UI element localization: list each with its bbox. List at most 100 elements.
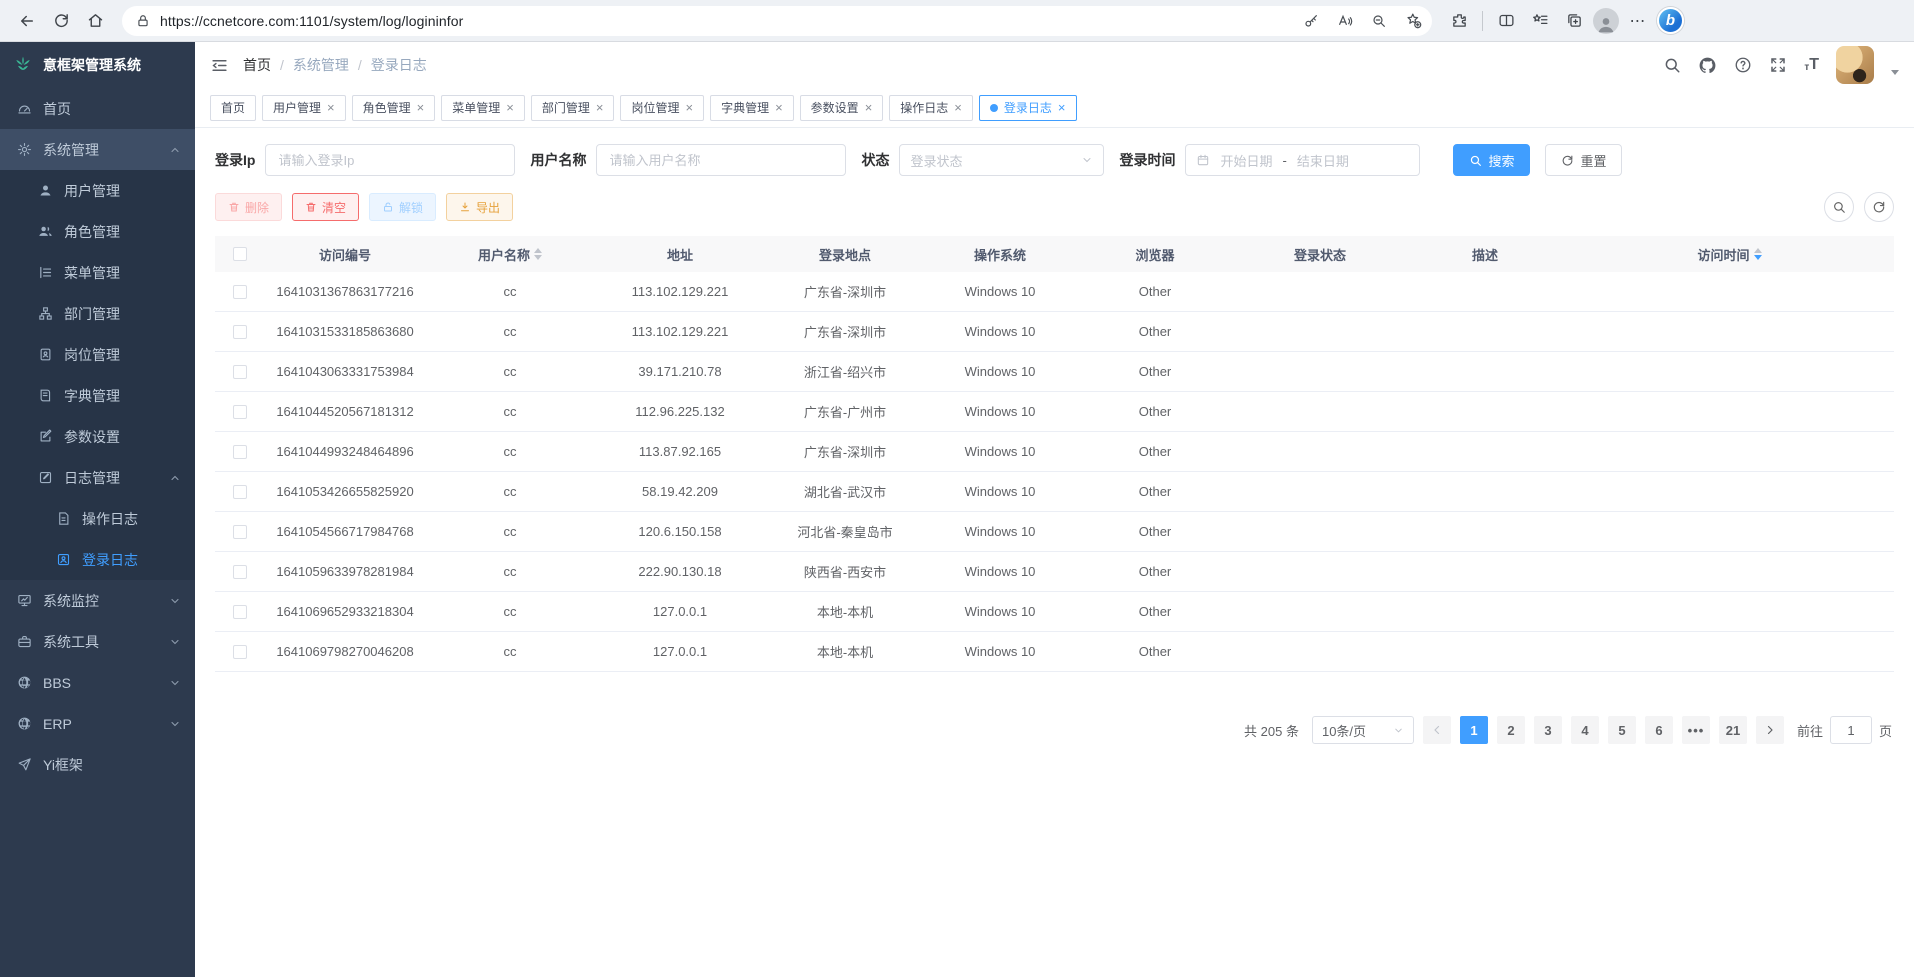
toggle-search-button[interactable] (1824, 192, 1854, 222)
col-time[interactable]: 访问时间 (1565, 245, 1894, 264)
read-aloud-icon[interactable] (1332, 8, 1358, 34)
tab-user-mgmt[interactable]: 用户管理× (262, 95, 346, 121)
sidebar-fold-icon[interactable] (210, 56, 229, 75)
sidebar-item-dept-mgmt[interactable]: 部门管理 (0, 293, 195, 334)
select-all-checkbox[interactable] (233, 247, 247, 261)
app-logo[interactable]: 意框架管理系统 (0, 42, 195, 88)
tab-close-icon[interactable]: × (685, 101, 693, 114)
prev-page-button[interactable] (1423, 716, 1451, 744)
page-button-1[interactable]: 1 (1460, 716, 1488, 744)
tab-close-icon[interactable]: × (417, 101, 425, 114)
row-checkbox[interactable] (233, 405, 247, 419)
extensions-icon[interactable] (1444, 6, 1474, 36)
tab-close-icon[interactable]: × (506, 101, 514, 114)
sidebar-item-home[interactable]: 首页 (0, 88, 195, 129)
browser-menu-icon[interactable]: ⋯ (1623, 6, 1653, 36)
login-ip-input[interactable] (265, 144, 515, 176)
row-checkbox[interactable] (233, 325, 247, 339)
sort-carets-icon[interactable] (1754, 248, 1762, 260)
sidebar-item-dict-mgmt[interactable]: 字典管理 (0, 375, 195, 416)
row-checkbox[interactable] (233, 485, 247, 499)
sidebar-item-bbs[interactable]: BBS (0, 662, 195, 703)
sidebar-item-system-monitor[interactable]: 系统监控 (0, 580, 195, 621)
zoom-out-icon[interactable] (1366, 8, 1392, 34)
reset-button[interactable]: 重置 (1545, 144, 1622, 176)
export-button[interactable]: 导出 (446, 193, 513, 221)
row-checkbox[interactable] (233, 645, 247, 659)
user-avatar[interactable] (1836, 46, 1874, 84)
next-page-button[interactable] (1756, 716, 1784, 744)
date-start-placeholder[interactable]: 开始日期 (1220, 151, 1272, 170)
tab-close-icon[interactable]: × (775, 101, 783, 114)
refresh-table-button[interactable] (1864, 192, 1894, 222)
sidebar-item-system-mgmt[interactable]: 系统管理 (0, 129, 195, 170)
row-checkbox[interactable] (233, 365, 247, 379)
user-name-input[interactable] (596, 144, 846, 176)
sidebar-item-user-mgmt[interactable]: 用户管理 (0, 170, 195, 211)
sidebar-item-operation-log[interactable]: 操作日志 (0, 498, 195, 539)
split-screen-icon[interactable] (1491, 6, 1521, 36)
breadcrumb-home[interactable]: 首页 (243, 55, 271, 75)
goto-page-input[interactable] (1830, 716, 1872, 744)
row-checkbox[interactable] (233, 565, 247, 579)
sidebar-item-post-mgmt[interactable]: 岗位管理 (0, 334, 195, 375)
sidebar-item-role-mgmt[interactable]: 角色管理 (0, 211, 195, 252)
tab-close-icon[interactable]: × (1058, 101, 1066, 114)
clear-button[interactable]: 清空 (292, 193, 359, 221)
page-button-4[interactable]: 4 (1571, 716, 1599, 744)
sidebar-item-menu-mgmt[interactable]: 菜单管理 (0, 252, 195, 293)
sidebar-item-log-mgmt[interactable]: 日志管理 (0, 457, 195, 498)
tab-dict-mgmt[interactable]: 字典管理× (710, 95, 794, 121)
row-checkbox[interactable] (233, 525, 247, 539)
address-bar[interactable]: https://ccnetcore.com:1101/system/log/lo… (122, 6, 1432, 36)
favorites-bar-icon[interactable] (1525, 6, 1555, 36)
row-checkbox[interactable] (233, 445, 247, 459)
collections-icon[interactable] (1559, 6, 1589, 36)
breadcrumb-system-mgmt[interactable]: 系统管理 (293, 55, 349, 75)
more-pages-button[interactable]: ••• (1682, 716, 1710, 744)
avatar-caret-icon[interactable] (1891, 70, 1899, 75)
site-lock-icon[interactable] (134, 8, 152, 34)
browser-refresh-icon[interactable] (46, 6, 76, 36)
browser-back-icon[interactable] (12, 6, 42, 36)
page-button-3[interactable]: 3 (1534, 716, 1562, 744)
tab-param-settings[interactable]: 参数设置× (800, 95, 884, 121)
fullscreen-icon[interactable] (1769, 56, 1787, 74)
tab-post-mgmt[interactable]: 岗位管理× (620, 95, 704, 121)
tab-close-icon[interactable]: × (327, 101, 335, 114)
unlock-button[interactable]: 解锁 (369, 193, 436, 221)
tab-role-mgmt[interactable]: 角色管理× (352, 95, 436, 121)
tab-login-log[interactable]: 登录日志× (979, 95, 1077, 121)
browser-profile-avatar[interactable] (1593, 8, 1619, 34)
page-button-5[interactable]: 5 (1608, 716, 1636, 744)
page-button-2[interactable]: 2 (1497, 716, 1525, 744)
tab-dept-mgmt[interactable]: 部门管理× (531, 95, 615, 121)
sidebar-item-system-tools[interactable]: 系统工具 (0, 621, 195, 662)
page-button-21[interactable]: 21 (1719, 716, 1747, 744)
page-size-select[interactable]: 10条/页 (1312, 716, 1414, 744)
url-text[interactable]: https://ccnetcore.com:1101/system/log/lo… (160, 13, 1290, 29)
sort-carets-icon[interactable] (534, 248, 542, 260)
col-user-name[interactable]: 用户名称 (425, 245, 595, 264)
status-select[interactable]: 登录状态 (899, 144, 1104, 176)
sidebar-item-yi-framework[interactable]: Yi框架 (0, 744, 195, 785)
row-checkbox[interactable] (233, 285, 247, 299)
password-key-icon[interactable] (1298, 8, 1324, 34)
tab-menu-mgmt[interactable]: 菜单管理× (441, 95, 525, 121)
sidebar-item-login-log[interactable]: 登录日志 (0, 539, 195, 580)
date-range-picker[interactable]: 开始日期 - 结束日期 (1185, 144, 1420, 176)
browser-home-icon[interactable] (80, 6, 110, 36)
search-button[interactable]: 搜索 (1453, 144, 1530, 176)
tab-operation-log[interactable]: 操作日志× (889, 95, 973, 121)
tab-home[interactable]: 首页 (210, 95, 256, 121)
help-icon[interactable] (1734, 56, 1752, 74)
tab-close-icon[interactable]: × (596, 101, 604, 114)
font-size-icon[interactable]: тT (1804, 57, 1819, 73)
github-icon[interactable] (1698, 56, 1717, 75)
tab-close-icon[interactable]: × (865, 101, 873, 114)
sidebar-item-param-settings[interactable]: 参数设置 (0, 416, 195, 457)
favorite-star-icon[interactable] (1400, 8, 1426, 34)
date-end-placeholder[interactable]: 结束日期 (1297, 151, 1349, 170)
header-search-icon[interactable] (1663, 56, 1681, 74)
copilot-icon[interactable]: b (1657, 7, 1684, 34)
